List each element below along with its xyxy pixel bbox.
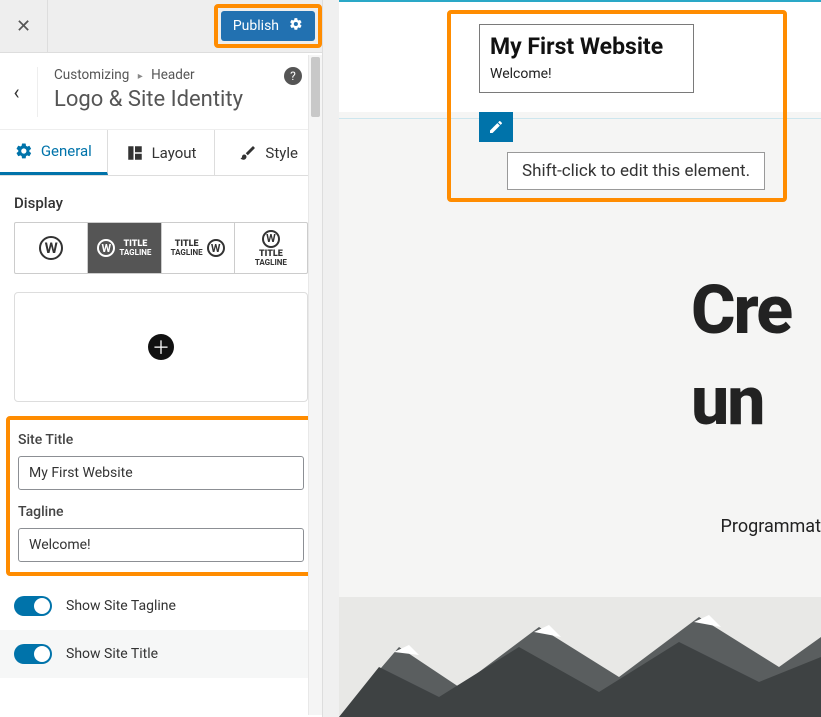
breadcrumb-root[interactable]: Customizing — [54, 67, 129, 83]
display-label: Display — [14, 194, 308, 212]
section-title: Logo & Site Identity — [54, 87, 243, 112]
hero-line-2: un — [691, 361, 764, 441]
breadcrumb: ‹ Customizing ▸ Header Logo & Site Ident… — [0, 53, 322, 130]
display-option-logo-title-stack[interactable]: W TITLETAGLINE — [235, 223, 307, 273]
tabs: General Layout Style — [0, 130, 322, 176]
help-icon[interactable]: ? — [284, 67, 302, 85]
chevron-left-icon: ‹ — [14, 80, 20, 104]
preview-hero-heading: Cre un — [691, 275, 821, 438]
customizer-sidebar: ✕ Publish ‹ Customizing ▸ Header Logo & … — [0, 0, 323, 717]
back-button[interactable]: ‹ — [14, 67, 38, 117]
show-tagline-toggle[interactable] — [14, 596, 52, 616]
show-tagline-label: Show Site Tagline — [66, 598, 176, 614]
close-icon: ✕ — [16, 16, 31, 37]
publish-label: Publish — [233, 18, 279, 34]
show-title-label: Show Site Title — [66, 646, 158, 662]
display-option-logo-only[interactable]: W — [15, 223, 88, 273]
preview-tagline: Welcome! — [490, 66, 683, 82]
preview-site-identity[interactable]: My First Website Welcome! — [479, 24, 694, 93]
tab-layout[interactable]: Layout — [108, 130, 216, 175]
display-option-text: TITLETAGLINE — [255, 250, 287, 267]
tab-general[interactable]: General — [0, 130, 108, 175]
edit-tooltip: Shift-click to edit this element. — [507, 152, 765, 190]
display-option-text: TITLETAGLINE — [171, 240, 203, 257]
tab-style[interactable]: Style — [215, 130, 322, 175]
wordpress-logo-icon: W — [207, 239, 225, 257]
layout-icon — [126, 144, 144, 162]
display-option-title-logo-row[interactable]: TITLETAGLINE W — [162, 223, 235, 273]
tab-label: Layout — [152, 144, 197, 162]
hero-line-1: Cre — [691, 270, 791, 350]
breadcrumb-path: Customizing ▸ Header — [54, 67, 243, 83]
gear-icon[interactable] — [289, 17, 303, 35]
show-title-row: Show Site Title — [0, 630, 322, 678]
display-option-logo-title-row[interactable]: W TITLETAGLINE — [88, 223, 161, 273]
wordpress-logo-icon: W — [262, 230, 280, 248]
wordpress-logo-icon: W — [39, 236, 63, 260]
show-title-toggle[interactable] — [14, 644, 52, 664]
site-title-label: Site Title — [18, 432, 304, 448]
tab-label: Style — [265, 144, 298, 162]
title-tagline-form-highlight: Site Title Tagline — [6, 416, 316, 576]
panel-body: Display W W TITLETAGLINE TITLETAGLINE W — [0, 176, 322, 714]
wordpress-logo-icon: W — [97, 239, 115, 257]
plus-icon: ＋ — [148, 334, 174, 360]
preview-site-title: My First Website — [490, 33, 683, 60]
display-option-text: TITLETAGLINE — [119, 240, 151, 257]
tagline-label: Tagline — [18, 504, 304, 520]
edit-element-button[interactable] — [479, 112, 513, 142]
sidebar-scrollbar[interactable] — [308, 55, 322, 715]
preview-hero-image — [339, 597, 821, 717]
site-preview[interactable]: My First Website Welcome! Shift-click to… — [339, 0, 821, 717]
pencil-icon — [488, 119, 504, 135]
publish-button[interactable]: Publish — [221, 11, 315, 41]
close-button[interactable]: ✕ — [0, 0, 48, 53]
breadcrumb-parent[interactable]: Header — [151, 67, 194, 83]
breadcrumb-separator-icon: ▸ — [138, 71, 143, 82]
tagline-input[interactable] — [18, 528, 304, 562]
display-options: W W TITLETAGLINE TITLETAGLINE W — [14, 222, 308, 274]
tab-label: General — [41, 142, 92, 160]
add-logo-button[interactable]: ＋ — [14, 292, 308, 402]
gear-icon — [15, 142, 33, 160]
brush-icon — [239, 144, 257, 162]
show-tagline-row: Show Site Tagline — [0, 582, 322, 630]
preview-hero-sub: Programmat — [721, 516, 821, 537]
customizer-topbar: ✕ Publish — [0, 0, 322, 53]
site-title-input[interactable] — [18, 456, 304, 490]
